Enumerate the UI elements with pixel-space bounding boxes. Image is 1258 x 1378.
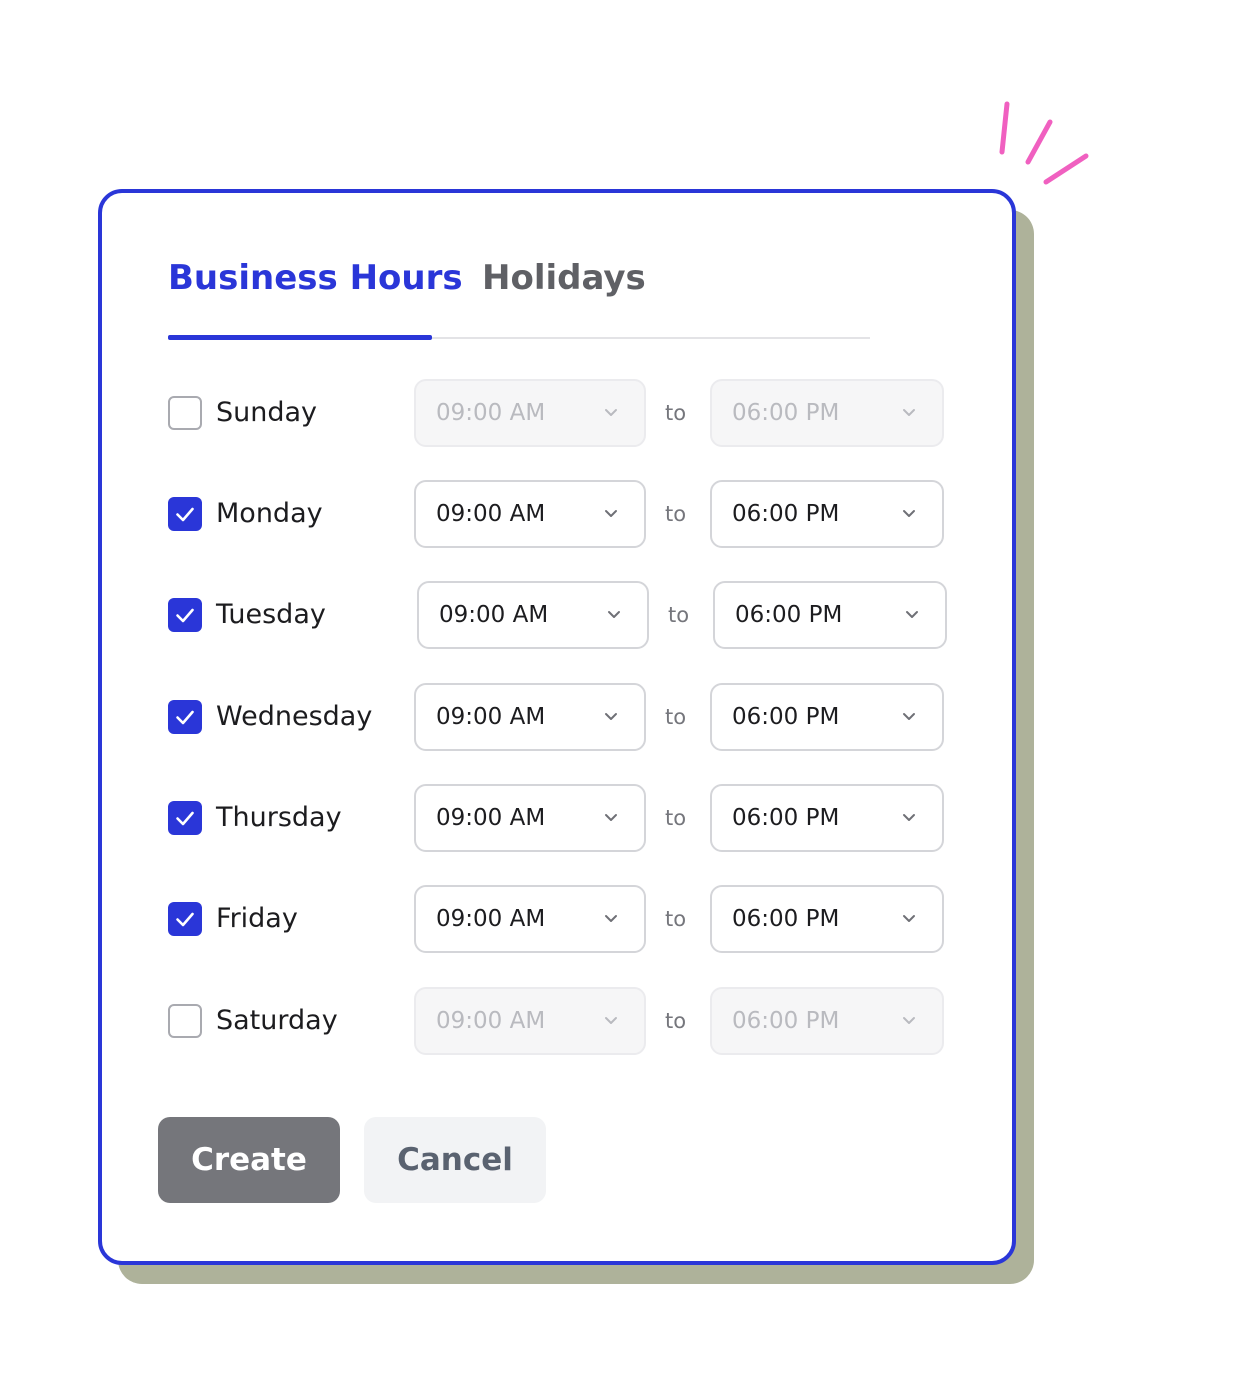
monday-checkbox[interactable] — [168, 497, 202, 531]
check-icon — [176, 811, 194, 826]
day-row-sunday: Sunday 09:00 AM to 06:00 PM — [102, 379, 1012, 447]
day-row-friday: Friday 09:00 AM to 06:00 PM — [102, 885, 1012, 953]
sunday-open-time-select[interactable]: 09:00 AM — [414, 379, 646, 447]
day-row-wednesday: Wednesday 09:00 AM to 06:00 PM — [102, 683, 1012, 751]
create-button[interactable]: Create — [158, 1117, 340, 1203]
cancel-button[interactable]: Cancel — [364, 1117, 546, 1203]
chevron-down-icon — [605, 713, 617, 720]
business-hours-dialog: Business Hours Holidays Sunday 09:00 AM … — [98, 189, 1016, 1265]
day-row-thursday: Thursday 09:00 AM to 06:00 PM — [102, 784, 1012, 852]
check-icon — [176, 912, 194, 927]
chevron-down-icon — [903, 409, 915, 416]
select-value: 06:00 PM — [732, 501, 840, 527]
thursday-open-time-select[interactable]: 09:00 AM — [414, 784, 646, 852]
select-value: 09:00 AM — [436, 501, 546, 527]
chevron-down-icon — [605, 814, 617, 821]
to-label: to — [665, 502, 687, 526]
tab-active-indicator — [168, 335, 432, 340]
thursday-checkbox[interactable] — [168, 801, 202, 835]
chevron-down-icon — [605, 409, 617, 416]
tab-business-hours[interactable]: Business Hours — [168, 255, 463, 301]
select-value: 09:00 AM — [439, 602, 549, 628]
day-label: Sunday — [216, 397, 318, 428]
monday-close-time-select[interactable]: 06:00 PM — [710, 480, 944, 548]
day-label: Monday — [216, 498, 323, 529]
select-value: 06:00 PM — [735, 602, 843, 628]
to-label: to — [665, 806, 687, 830]
tuesday-open-time-select[interactable]: 09:00 AM — [417, 581, 649, 649]
select-value: 06:00 PM — [732, 1008, 840, 1034]
select-value: 06:00 PM — [732, 400, 840, 426]
friday-open-time-select[interactable]: 09:00 AM — [414, 885, 646, 953]
sunday-close-time-select[interactable]: 06:00 PM — [710, 379, 944, 447]
to-label: to — [665, 705, 687, 729]
check-icon — [176, 710, 194, 725]
day-row-saturday: Saturday 09:00 AM to 06:00 PM — [102, 987, 1012, 1055]
chevron-down-icon — [903, 713, 915, 720]
day-label: Saturday — [216, 1005, 338, 1036]
tab-bar: Business Hours Holidays — [168, 255, 870, 341]
day-row-monday: Monday 09:00 AM to 06:00 PM — [102, 480, 1012, 548]
select-value: 09:00 AM — [436, 805, 546, 831]
chevron-down-icon — [605, 1017, 617, 1024]
check-icon — [176, 608, 194, 623]
select-value: 06:00 PM — [732, 805, 840, 831]
select-value: 06:00 PM — [732, 704, 840, 730]
select-value: 09:00 AM — [436, 906, 546, 932]
thursday-close-time-select[interactable]: 06:00 PM — [710, 784, 944, 852]
day-label: Wednesday — [216, 701, 373, 732]
chevron-down-icon — [605, 915, 617, 922]
wednesday-open-time-select[interactable]: 09:00 AM — [414, 683, 646, 751]
day-label: Tuesday — [216, 599, 326, 630]
check-icon — [176, 507, 194, 522]
to-label: to — [665, 907, 687, 931]
chevron-down-icon — [903, 915, 915, 922]
monday-open-time-select[interactable]: 09:00 AM — [414, 480, 646, 548]
wednesday-checkbox[interactable] — [168, 700, 202, 734]
tuesday-checkbox[interactable] — [168, 598, 202, 632]
chevron-down-icon — [903, 510, 915, 517]
tab-holidays[interactable]: Holidays — [482, 255, 646, 301]
chevron-down-icon — [903, 814, 915, 821]
saturday-checkbox[interactable] — [168, 1004, 202, 1038]
sunday-checkbox[interactable] — [168, 396, 202, 430]
friday-checkbox[interactable] — [168, 902, 202, 936]
day-label: Thursday — [216, 802, 342, 833]
sparkle-icon — [999, 101, 1089, 185]
day-label: Friday — [216, 903, 298, 934]
to-label: to — [665, 401, 687, 425]
saturday-open-time-select[interactable]: 09:00 AM — [414, 987, 646, 1055]
day-row-tuesday: Tuesday 09:00 AM to 06:00 PM — [102, 581, 1012, 649]
chevron-down-icon — [608, 611, 620, 618]
select-value: 09:00 AM — [436, 400, 546, 426]
tuesday-close-time-select[interactable]: 06:00 PM — [713, 581, 947, 649]
select-value: 09:00 AM — [436, 704, 546, 730]
wednesday-close-time-select[interactable]: 06:00 PM — [710, 683, 944, 751]
saturday-close-time-select[interactable]: 06:00 PM — [710, 987, 944, 1055]
select-value: 09:00 AM — [436, 1008, 546, 1034]
select-value: 06:00 PM — [732, 906, 840, 932]
chevron-down-icon — [903, 1017, 915, 1024]
friday-close-time-select[interactable]: 06:00 PM — [710, 885, 944, 953]
to-label: to — [668, 603, 690, 627]
to-label: to — [665, 1009, 687, 1033]
chevron-down-icon — [906, 611, 918, 618]
chevron-down-icon — [605, 510, 617, 517]
